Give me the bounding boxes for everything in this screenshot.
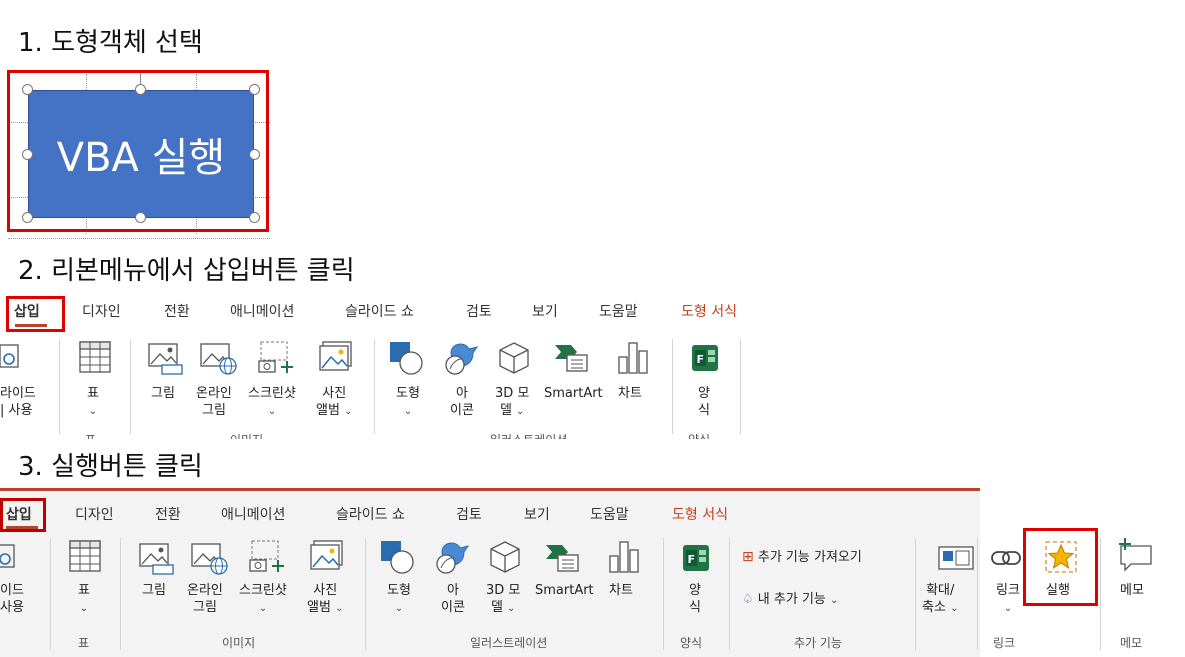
group-label-images: 이미지 (222, 636, 256, 650)
screenshot-button[interactable]: 스크린샷 ⌄ (239, 582, 287, 617)
photo-album-button[interactable]: 사진 앨범 ⌄ (307, 582, 343, 617)
ribbon-insert-step2: 삽입 디자인 전환 애니메이션 슬라이드 쇼 검토 보기 도움말 도형 서식 라… (0, 291, 743, 439)
photo-album-button[interactable]: 사진 앨범 ⌄ (316, 385, 352, 420)
step-1-title: 1. 도형객체 선택 (18, 28, 203, 58)
group-label-addins: 추가 기능 (794, 636, 842, 650)
my-addins-icon: ♤ (742, 592, 754, 607)
tab-design[interactable]: 디자인 (82, 301, 121, 321)
zoom-button[interactable]: 확대/축소 ⌄ (922, 582, 958, 617)
tab-transitions[interactable]: 전환 (155, 504, 181, 524)
icons-icon (436, 542, 470, 574)
forms-button[interactable]: 양식 (698, 385, 710, 419)
slide-reuse-icon (0, 344, 19, 368)
shapes-button[interactable]: 도형 ⌄ (396, 385, 420, 420)
chart-button[interactable]: 차트 (618, 385, 642, 402)
tab-view[interactable]: 보기 (524, 504, 550, 524)
3d-models-button[interactable]: 3D 모델 ⌄ (495, 385, 529, 420)
ribbon-tabs: 삽입 디자인 전환 애니메이션 슬라이드 쇼 검토 보기 도움말 도형 서식 (0, 488, 1185, 532)
slide-reuse-icon (0, 544, 15, 568)
table-icon (79, 341, 111, 373)
chart-button[interactable]: 차트 (609, 582, 633, 599)
shapes-button[interactable]: 도형 ⌄ (387, 582, 411, 617)
my-addins-button[interactable]: ♤ 내 추가 기능 ⌄ (742, 591, 838, 609)
group-label-illustrations: 일러스트레이션 (470, 636, 548, 650)
smartart-button[interactable]: SmartArt (535, 582, 594, 599)
smartart-button[interactable]: SmartArt (544, 385, 603, 402)
smartart-icon (555, 345, 588, 372)
forms-icon: F (683, 545, 709, 571)
get-addins-button[interactable]: ⊞ 추가 기능 가져오기 (742, 549, 862, 566)
online-picture-button[interactable]: 온라인 그림 (187, 582, 223, 616)
link-icon (991, 551, 1021, 565)
tab-help[interactable]: 도움말 (599, 301, 638, 321)
tab-review[interactable]: 검토 (456, 504, 482, 524)
screenshot-icon (258, 341, 293, 373)
comment-button[interactable]: 메모 (1120, 582, 1144, 599)
zoom-icon (938, 546, 974, 570)
group-label-images: 이미지 (230, 431, 263, 439)
screenshot-icon (249, 540, 284, 572)
chart-icon (618, 342, 648, 374)
action-button-highlight-box (1023, 528, 1098, 606)
step-2-title: 2. 리본메뉴에서 삽입버튼 클릭 (18, 256, 355, 286)
reuse-slides-button[interactable]: 이드 사용 (0, 582, 24, 616)
shapes-icon (390, 342, 423, 375)
insert-tab-frame (0, 498, 46, 532)
tab-view[interactable]: 보기 (532, 301, 558, 321)
tab-shape-format[interactable]: 도형 서식 (681, 301, 737, 321)
group-label-table: 표 (78, 636, 90, 650)
tab-shape-format[interactable]: 도형 서식 (672, 504, 728, 524)
tab-design[interactable]: 디자인 (75, 504, 114, 524)
group-label-forms: 양식 (680, 636, 703, 650)
tab-animations[interactable]: 애니메이션 (230, 301, 294, 321)
3d-models-icon (499, 342, 529, 374)
addins-grid-icon: ⊞ (742, 549, 754, 565)
online-picture-icon (191, 543, 228, 575)
tab-transitions[interactable]: 전환 (164, 301, 190, 321)
comment-icon (1119, 538, 1152, 572)
tab-animations[interactable]: 애니메이션 (221, 504, 285, 524)
forms-icon: F (692, 345, 718, 371)
shapes-icon (381, 541, 414, 574)
icons-icon (445, 343, 479, 375)
tab-slideshow[interactable]: 슬라이드 쇼 (345, 301, 414, 321)
svg-text:F: F (697, 353, 705, 366)
table-icon (69, 540, 101, 572)
group-label-illustrations: 일러스트레이션 (490, 431, 567, 439)
online-picture-button[interactable]: 온라인 그림 (196, 385, 232, 419)
3d-models-icon (490, 541, 520, 573)
picture-icon (139, 543, 174, 575)
online-picture-icon (200, 343, 237, 375)
3d-models-button[interactable]: 3D 모델 ⌄ (486, 582, 520, 617)
group-label-forms: 양식 (688, 431, 710, 439)
icons-button[interactable]: 아 이콘 (441, 582, 465, 616)
picture-icon (148, 343, 183, 375)
table-button[interactable]: 표 ⌄ (87, 385, 99, 420)
forms-button[interactable]: 양식 (689, 582, 701, 616)
chart-icon (609, 541, 639, 573)
insert-tab-highlight-box (6, 296, 65, 332)
shape-highlight-box (7, 70, 269, 232)
tab-slideshow[interactable]: 슬라이드 쇼 (336, 504, 405, 524)
ribbon-tabs: 삽입 디자인 전환 애니메이션 슬라이드 쇼 검토 보기 도움말 도형 서식 (0, 291, 743, 333)
photo-album-icon (319, 341, 352, 371)
step-3-title: 3. 실행버튼 클릭 (18, 452, 203, 482)
table-button[interactable]: 표 ⌄ (78, 582, 90, 617)
tab-help[interactable]: 도움말 (590, 504, 629, 524)
group-label-table: 표 (85, 431, 96, 439)
tab-review[interactable]: 검토 (466, 301, 492, 321)
link-button[interactable]: 링크 ⌄ (996, 582, 1020, 617)
ribbon-insert-step3: 삽입 디자인 전환 애니메이션 슬라이드 쇼 검토 보기 도움말 도형 서식 이… (0, 488, 1185, 657)
picture-button[interactable]: 그림 (151, 385, 175, 402)
screenshot-button[interactable]: 스크린샷 ⌄ (248, 385, 296, 420)
photo-album-icon (310, 540, 343, 570)
icons-button[interactable]: 아 이콘 (450, 385, 474, 419)
picture-button[interactable]: 그림 (142, 582, 166, 599)
group-label-links: 링크 (993, 636, 1016, 650)
group-label-comments: 메모 (1120, 636, 1143, 650)
smartart-icon (546, 545, 579, 572)
svg-text:F: F (688, 553, 696, 566)
reuse-slides-button[interactable]: 라이드 | 사용 (0, 385, 36, 419)
